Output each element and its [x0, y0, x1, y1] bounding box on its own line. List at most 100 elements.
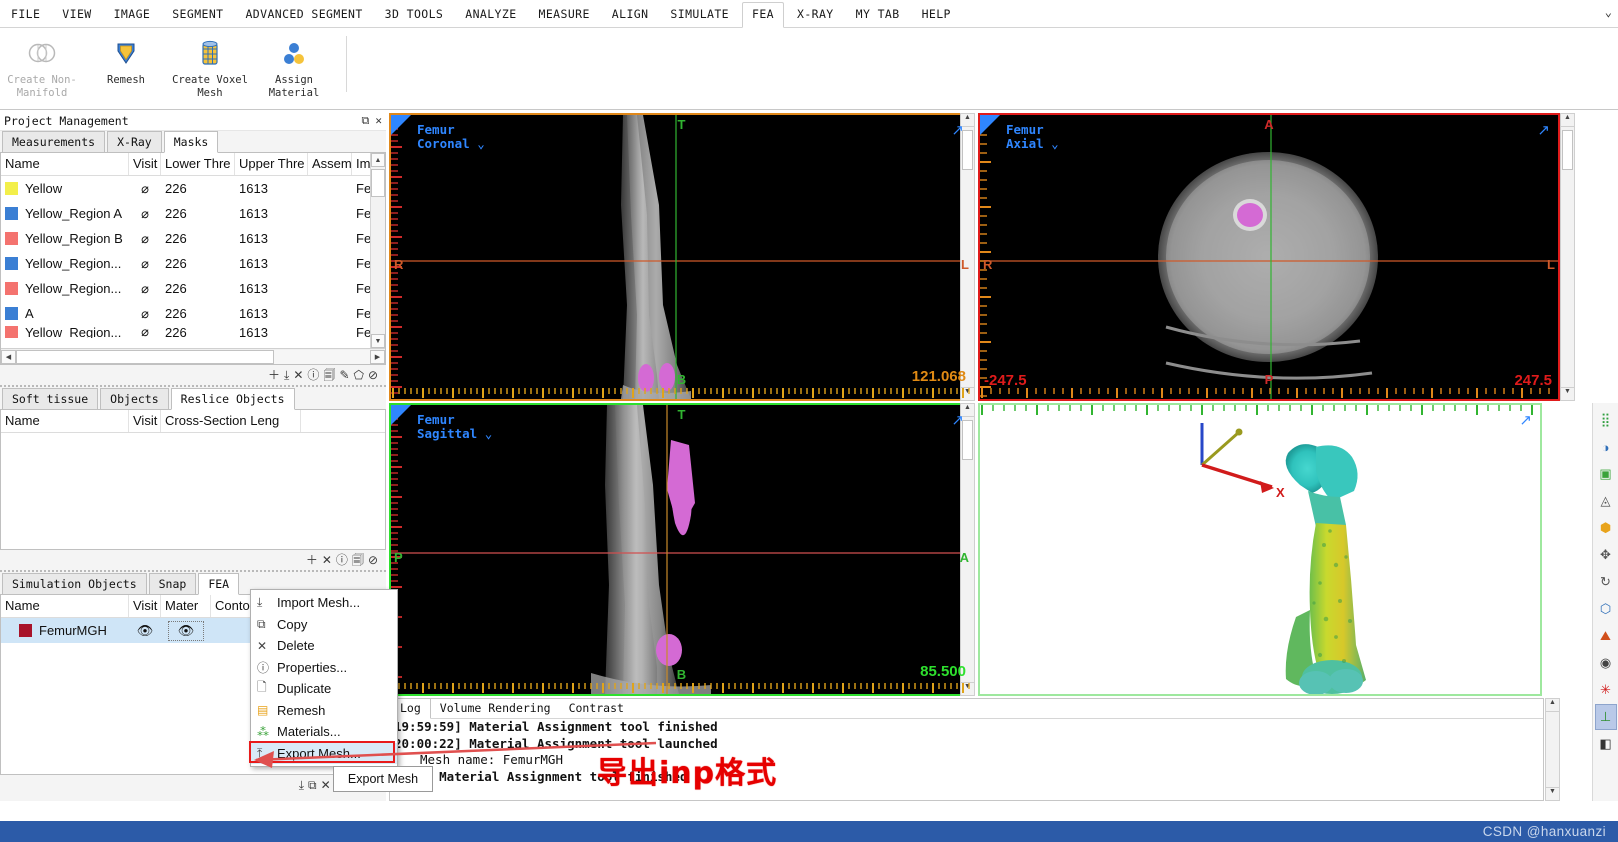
- table-row[interactable]: Yellow_Region B ⌀ 226 1613 Fe: [1, 226, 385, 251]
- column-name[interactable]: Name: [1, 153, 129, 175]
- masks-horizontal-scrollbar[interactable]: ◀ ▶: [1, 348, 385, 364]
- viewport-axial[interactable]: Femur Axial ⌄ ↗ A P R L -247.5 247.5: [978, 113, 1560, 401]
- close-icon[interactable]: ✕: [375, 114, 382, 127]
- delete-icon[interactable]: ✕: [322, 554, 332, 566]
- context-menu-item-delete[interactable]: ✕ Delete: [251, 635, 397, 657]
- menu-item-3d-tools[interactable]: 3D TOOLS: [376, 3, 453, 27]
- table-row[interactable]: Yellow_Region A ⌀ 226 1613 Fe: [1, 201, 385, 226]
- menu-item-align[interactable]: ALIGN: [603, 3, 658, 27]
- expand-icon[interactable]: ↗: [951, 121, 964, 139]
- scroll-up-icon[interactable]: ▲: [1561, 114, 1574, 127]
- tab-masks[interactable]: Masks: [163, 131, 219, 153]
- table-row[interactable]: Yellow ⌀ 226 1613 Fe: [1, 176, 385, 201]
- scroll-up-icon[interactable]: ▲: [1546, 699, 1559, 712]
- tab-reslice-objects[interactable]: Reslice Objects: [170, 388, 295, 410]
- point-cloud-icon[interactable]: ⣿: [1595, 407, 1617, 433]
- menu-item-x-ray[interactable]: X-RAY: [788, 3, 843, 27]
- menu-item-simulate[interactable]: SIMULATE: [661, 3, 738, 27]
- scroll-up-icon[interactable]: ▲: [371, 153, 385, 167]
- create-voxel-mesh-button[interactable]: Create Voxel Mesh: [168, 32, 252, 100]
- tab-simulation-objects[interactable]: Simulation Objects: [2, 573, 147, 594]
- snapshot-icon[interactable]: ◧: [1595, 731, 1617, 757]
- menu-item-file[interactable]: FILE: [2, 3, 49, 27]
- column-visible[interactable]: Visit: [129, 595, 161, 617]
- scroll-left-icon[interactable]: ◀: [1, 349, 16, 364]
- eye-slash-icon[interactable]: ⌀: [129, 226, 161, 251]
- boolean-icon[interactable]: ◑: [1595, 434, 1617, 460]
- visibility-icon[interactable]: ◉: [1595, 650, 1617, 676]
- menu-item-advanced-segment[interactable]: ADVANCED SEGMENT: [236, 3, 371, 27]
- scroll-thumb[interactable]: [371, 169, 385, 197]
- context-menu-item-copy[interactable]: ⧉ Copy: [251, 614, 397, 636]
- calculate-3d-icon[interactable]: ⬠: [354, 369, 364, 381]
- table-row[interactable]: Yellow_Region... ⌀ 226 1613 Fe: [1, 251, 385, 276]
- bounding-box-icon[interactable]: ▣: [1595, 461, 1617, 487]
- eye-slash-icon[interactable]: ⌀: [129, 326, 161, 338]
- expand-icon[interactable]: ↗: [1519, 411, 1532, 429]
- menu-item-image[interactable]: IMAGE: [105, 3, 160, 27]
- table-row[interactable]: A ⌀ 226 1613 Fe: [1, 301, 385, 326]
- undock-icon[interactable]: ⧉: [362, 114, 370, 128]
- context-menu-item-remesh[interactable]: ▤ Remesh: [251, 700, 397, 722]
- axes-cross-icon[interactable]: ✳: [1595, 677, 1617, 703]
- column-upper-threshold[interactable]: Upper Thre: [235, 153, 308, 175]
- eye-icon[interactable]: 👁: [129, 618, 161, 643]
- eye-slash-icon[interactable]: ⌀: [129, 301, 161, 326]
- table-row[interactable]: Yellow_Region... ⌀ 226 1613 Fe: [1, 276, 385, 301]
- color-map-icon[interactable]: ⛰: [1595, 623, 1617, 649]
- tab-objects[interactable]: Objects: [100, 388, 169, 409]
- eye-slash-icon[interactable]: ⌀: [129, 251, 161, 276]
- context-menu-item-duplicate[interactable]: 🗋 Duplicate: [251, 678, 397, 700]
- context-menu-item-import-mesh[interactable]: ⤓ Import Mesh...: [251, 592, 397, 614]
- column-name[interactable]: Name: [1, 595, 129, 617]
- duplicate-icon[interactable]: 🗐: [352, 554, 364, 566]
- hide-icon[interactable]: ⊘: [368, 554, 378, 566]
- material-eye-icon[interactable]: 👁: [161, 618, 211, 643]
- scroll-down-icon[interactable]: ▼: [1546, 787, 1559, 800]
- solid-cube-icon[interactable]: ⬢: [1595, 515, 1617, 541]
- scroll-down-icon[interactable]: ▼: [371, 334, 385, 348]
- context-menu-item-properties[interactable]: ⓘ Properties...: [251, 657, 397, 679]
- column-visible[interactable]: Visit: [129, 410, 161, 432]
- tab-fea[interactable]: FEA: [198, 573, 240, 595]
- properties-icon[interactable]: ⓘ: [336, 554, 348, 566]
- column-assembly[interactable]: Assem: [308, 153, 352, 175]
- viewport-sagittal[interactable]: Femur Sagittal ⌄ ↗ T B P A 85.500: [389, 403, 974, 696]
- properties-icon[interactable]: ⓘ: [307, 369, 319, 381]
- hide-icon[interactable]: ⊘: [368, 369, 378, 381]
- remesh-button[interactable]: Remesh: [84, 32, 168, 87]
- tab-contrast[interactable]: Contrast: [560, 699, 633, 718]
- pan-icon[interactable]: ✥: [1595, 542, 1617, 568]
- import-icon[interactable]: ⤓: [284, 369, 289, 381]
- eye-slash-icon[interactable]: ⌀: [129, 201, 161, 226]
- create-non-manifold-button[interactable]: Create Non-Manifold: [0, 32, 84, 100]
- column-lower-threshold[interactable]: Lower Thre: [161, 153, 235, 175]
- column-material[interactable]: Mater: [161, 595, 211, 617]
- chevron-down-icon[interactable]: ⌄: [1605, 5, 1612, 19]
- table-row[interactable]: Yellow_Region... ⌀ 226 1613 Fe: [1, 326, 385, 338]
- scroll-right-icon[interactable]: ▶: [370, 349, 385, 364]
- tab-volume-rendering[interactable]: Volume Rendering: [431, 699, 560, 718]
- column-cross-section-length[interactable]: Cross-Section Leng: [161, 410, 301, 432]
- edit-icon[interactable]: ✎: [339, 369, 349, 381]
- column-name[interactable]: Name: [1, 410, 129, 432]
- rotate-icon[interactable]: ↻: [1595, 569, 1617, 595]
- coordinate-system-icon[interactable]: ⊥: [1594, 704, 1617, 730]
- column-im[interactable]: Im: [352, 153, 372, 175]
- log-scrollbar[interactable]: ▲ ▼: [1545, 698, 1560, 801]
- menu-item-my-tab[interactable]: MY TAB: [847, 3, 909, 27]
- scroll-track[interactable]: [16, 349, 370, 364]
- assign-material-button[interactable]: Assign Material: [252, 32, 336, 100]
- axial-scrollbar[interactable]: ▲ ▼: [1560, 113, 1575, 401]
- scroll-down-icon[interactable]: ▼: [1561, 387, 1574, 400]
- chevron-down-icon[interactable]: ⌄: [1051, 136, 1059, 151]
- scroll-thumb[interactable]: [16, 349, 275, 364]
- eye-slash-icon[interactable]: ⌀: [129, 176, 161, 201]
- menu-item-help[interactable]: HELP: [913, 3, 960, 27]
- expand-icon[interactable]: ↗: [951, 411, 964, 429]
- menu-item-measure[interactable]: MEASURE: [530, 3, 599, 27]
- chevron-down-icon[interactable]: ⌄: [485, 426, 493, 441]
- eye-slash-icon[interactable]: ⌀: [129, 276, 161, 301]
- expand-icon[interactable]: ↗: [1537, 121, 1550, 139]
- tab-measurements[interactable]: Measurements: [2, 131, 106, 152]
